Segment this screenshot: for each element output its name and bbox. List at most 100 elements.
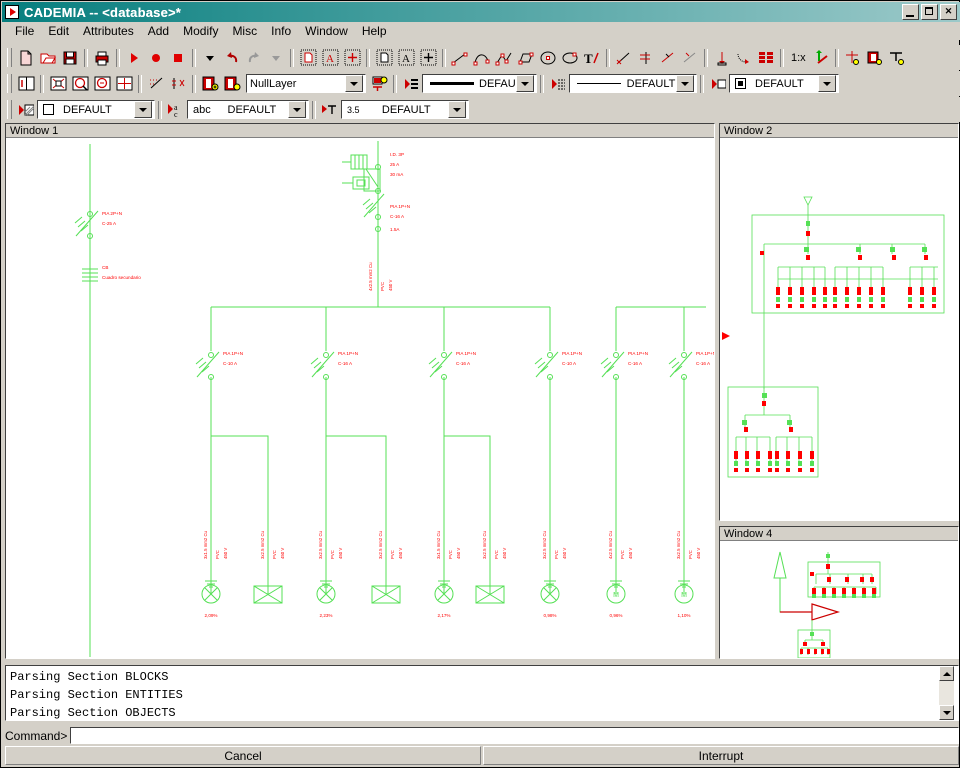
zoom-all-icon[interactable]: [47, 73, 69, 94]
dimension-icon[interactable]: [711, 47, 733, 68]
deselect-text-icon[interactable]: A: [395, 47, 417, 68]
cad-window-2[interactable]: Window 2: [719, 123, 959, 521]
menu-item-edit[interactable]: Edit: [41, 23, 76, 39]
print-icon[interactable]: [91, 47, 113, 68]
grid-snap-icon[interactable]: [145, 73, 167, 94]
minimize-button[interactable]: [902, 4, 919, 20]
toolbar-grip[interactable]: [7, 48, 12, 67]
object-snap-icon[interactable]: [167, 73, 189, 94]
toolbar-grip[interactable]: [7, 74, 12, 93]
attribute-point-icon[interactable]: [842, 47, 864, 68]
scale-pick-icon[interactable]: [810, 47, 832, 68]
textstyle-prefix: abc: [193, 103, 211, 116]
save-disk-icon[interactable]: [59, 47, 81, 68]
textheight-picker-icon[interactable]: [319, 99, 341, 120]
console-scrollbar[interactable]: [939, 666, 954, 720]
deselect-object-icon[interactable]: [373, 47, 395, 68]
chevron-down-icon[interactable]: [448, 101, 466, 118]
lineweight-combo[interactable]: DEFAULT: [422, 74, 537, 93]
zoom-extents-icon[interactable]: [113, 73, 135, 94]
attribute-block-icon[interactable]: [864, 47, 886, 68]
modify-break-icon[interactable]: [657, 47, 679, 68]
interrupt-button[interactable]: Interrupt: [483, 746, 959, 765]
play-triangle-icon: [5, 5, 19, 19]
draw-rectangle-icon[interactable]: [515, 47, 537, 68]
menu-item-misc[interactable]: Misc: [225, 23, 264, 39]
zoom-out-icon[interactable]: [91, 73, 113, 94]
cad-window-1-canvas[interactable]: PIA 2P+N C-25 A CB Cuadro secundario I.D…: [6, 139, 714, 658]
linetype-combo[interactable]: DEFAULT: [569, 74, 697, 93]
command-prompt-label: Command>: [5, 728, 68, 743]
lineweight-picker-icon[interactable]: [400, 73, 422, 94]
layer-new-icon[interactable]: [199, 73, 221, 94]
console-line: Parsing Section ENTITIES: [10, 688, 183, 702]
select-point-icon[interactable]: [341, 47, 363, 68]
menu-item-file[interactable]: File: [8, 23, 41, 39]
toolbar-separator: [192, 48, 196, 67]
view-split-icon[interactable]: [15, 73, 37, 94]
open-folder-icon[interactable]: [37, 47, 59, 68]
select-text-icon[interactable]: A: [319, 47, 341, 68]
maximize-button[interactable]: [921, 4, 938, 20]
textstyle-combo[interactable]: abc DEFAULT: [187, 100, 309, 119]
modify-fillet-icon[interactable]: [679, 47, 701, 68]
stop-icon[interactable]: [167, 47, 189, 68]
menu-item-help[interactable]: Help: [355, 23, 394, 39]
draw-polyline-icon[interactable]: [493, 47, 515, 68]
scroll-down-icon[interactable]: [939, 705, 954, 720]
playback-dropdown-icon[interactable]: [199, 47, 221, 68]
deselect-point-icon[interactable]: [417, 47, 439, 68]
command-input[interactable]: [70, 727, 959, 744]
hatch-picker-icon[interactable]: [15, 99, 37, 120]
color-picker-icon[interactable]: [707, 73, 729, 94]
chevron-down-icon[interactable]: [516, 75, 534, 92]
menu-item-modify[interactable]: Modify: [176, 23, 225, 39]
toolbar-separator: [138, 74, 142, 93]
hatch-combo[interactable]: DEFAULT: [37, 100, 155, 119]
draw-line-icon[interactable]: [449, 47, 471, 68]
toolbar-grip[interactable]: [7, 100, 12, 119]
record-icon[interactable]: [145, 47, 167, 68]
chevron-down-icon[interactable]: [676, 75, 694, 92]
scrollbar-track[interactable]: [939, 681, 954, 705]
redo-dropdown-icon[interactable]: [265, 47, 287, 68]
layer-combo[interactable]: NullLayer: [246, 74, 366, 93]
menu-item-info[interactable]: Info: [264, 23, 298, 39]
new-file-icon[interactable]: [15, 47, 37, 68]
play-icon[interactable]: [123, 47, 145, 68]
cad-window-4-canvas[interactable]: [720, 542, 958, 658]
cad-window-4[interactable]: Window 4: [719, 526, 959, 659]
chevron-down-icon[interactable]: [818, 75, 836, 92]
draw-text-icon[interactable]: T: [581, 47, 603, 68]
table-icon[interactable]: [755, 47, 777, 68]
scroll-up-icon[interactable]: [939, 666, 954, 681]
draw-arc-icon[interactable]: [471, 47, 493, 68]
linetype-picker-icon[interactable]: [547, 73, 569, 94]
draw-circle-icon[interactable]: [537, 47, 559, 68]
undo-icon[interactable]: [221, 47, 243, 68]
select-object-icon[interactable]: [297, 47, 319, 68]
layer-delete-icon[interactable]: [221, 73, 243, 94]
chevron-down-icon[interactable]: [134, 101, 152, 118]
textstyle-picker-icon[interactable]: ac: [165, 99, 187, 120]
menu-item-window[interactable]: Window: [298, 23, 355, 39]
cad-window-2-canvas[interactable]: [720, 139, 958, 520]
chevron-down-icon[interactable]: [345, 75, 363, 92]
redo-icon[interactable]: [243, 47, 265, 68]
modify-extend-icon[interactable]: [635, 47, 657, 68]
menu-item-add[interactable]: Add: [141, 23, 176, 39]
attribute-text-icon[interactable]: [886, 47, 908, 68]
layer-manager-icon[interactable]: [368, 73, 390, 94]
draw-ellipse-icon[interactable]: [559, 47, 581, 68]
dimension-angle-icon[interactable]: [733, 47, 755, 68]
textheight-combo[interactable]: 3.5 DEFAULT: [341, 100, 469, 119]
modify-trim-icon[interactable]: [613, 47, 635, 68]
console-output[interactable]: Parsing Section BLOCKS Parsing Section E…: [5, 665, 959, 721]
close-button[interactable]: ✕: [940, 4, 957, 20]
chevron-down-icon[interactable]: [288, 101, 306, 118]
menu-item-attributes[interactable]: Attributes: [76, 23, 141, 39]
color-combo[interactable]: DEFAULT: [729, 74, 839, 93]
cancel-button[interactable]: Cancel: [5, 746, 481, 765]
cad-window-1[interactable]: Window 1 PIA 2P+N C-25 A CB Cuadro secun…: [5, 123, 715, 659]
zoom-window-icon[interactable]: [69, 73, 91, 94]
